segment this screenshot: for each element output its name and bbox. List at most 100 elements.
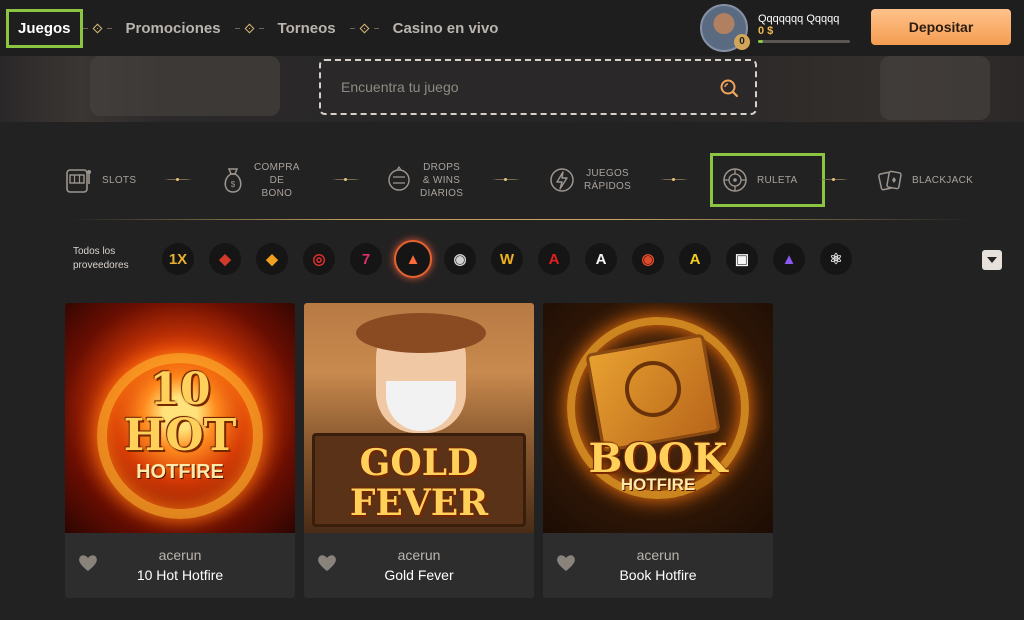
provider-logo-glyph: ◉ — [641, 251, 655, 268]
category-drops-wins[interactable]: DROPS & WINS DIARIOS — [386, 152, 463, 208]
provider-logo-glyph: A — [595, 250, 607, 268]
nav-juegos[interactable]: Juegos — [6, 8, 83, 48]
main-nav: Juegos Promociones Torneos Casino en viv… — [6, 5, 512, 51]
providers-expand-button[interactable] — [982, 250, 1002, 270]
xp-progress-fill — [758, 40, 763, 43]
banner-art — [90, 56, 280, 116]
category-separator — [164, 178, 192, 181]
game-card-footer: acerun Gold Fever — [304, 533, 534, 598]
category-separator — [660, 178, 688, 181]
category-label: COMPRA DE BONO — [254, 161, 300, 199]
provider-logo-glyph: W — [499, 250, 515, 268]
category-label: RULETA — [757, 174, 798, 186]
user-balance: 0 $ — [758, 25, 774, 37]
search-box[interactable]: Encuentra tu juego — [319, 59, 757, 115]
category-separator — [492, 178, 520, 181]
provider-logo-glyph: ▣ — [734, 251, 750, 268]
category-label: DROPS & WINS DIARIOS — [420, 161, 464, 199]
category-compra-de-bono[interactable]: $ COMPRA DE BONO — [220, 152, 300, 208]
provider-logo-glyph: ◉ — [453, 251, 467, 268]
xp-progress-bar — [758, 40, 850, 43]
provider-logo-glyph: ▲ — [781, 250, 797, 268]
category-slots[interactable]: SLOTS — [64, 152, 136, 208]
category-separator — [332, 178, 360, 181]
game-title: Book Hotfire — [619, 567, 697, 583]
game-art-subtitle: HOTFIRE — [136, 461, 224, 483]
provider-6-logo[interactable]: ▲ — [394, 240, 432, 278]
nav-separator — [234, 23, 264, 33]
search-input[interactable]: Encuentra tu juego — [341, 79, 459, 95]
game-card-footer: acerun 10 Hot Hotfire — [65, 533, 295, 598]
money-bag-icon: $ — [224, 168, 242, 193]
category-bar: SLOTS $ COMPRA DE BONO DROPS & WINS DIAR… — [60, 152, 980, 208]
game-card-footer: acerun Book Hotfire — [543, 533, 773, 598]
game-provider: acerun — [636, 547, 680, 563]
provider-4-logo[interactable]: ◎ — [303, 243, 335, 275]
provider-logo-glyph: ▲ — [405, 250, 421, 268]
svg-text:$: $ — [231, 180, 236, 189]
deposit-button[interactable]: Depositar — [871, 9, 1011, 45]
provider-2-logo[interactable]: ◆ — [209, 243, 241, 275]
category-label: JUEGOS RÁPIDOS — [584, 168, 632, 192]
game-thumbnail[interactable]: BOOK HOTFIRE — [543, 303, 773, 533]
provider-14-logo[interactable]: ▲ — [773, 243, 805, 275]
provider-12-logo[interactable]: A — [679, 243, 711, 275]
category-label: SLOTS — [102, 174, 137, 186]
category-juegos-rapidos[interactable]: JUEGOS RÁPIDOS — [548, 152, 631, 208]
level-badge: 0 — [734, 34, 750, 50]
nav-promociones[interactable]: Promociones — [112, 20, 235, 37]
provider-logo-glyph: ◆ — [266, 251, 278, 268]
game-card[interactable]: BOOK HOTFIRE acerun Book Hotfire — [543, 303, 773, 598]
game-provider: acerun — [397, 547, 441, 563]
game-art-title: GOLD FEVER — [349, 442, 489, 524]
game-art-subtitle: HOTFIRE — [620, 475, 696, 494]
top-header: Juegos Promociones Torneos Casino en viv… — [0, 0, 1024, 56]
user-profile[interactable]: 0 Qqqqqqq Qqqqq 0 $ — [700, 4, 850, 52]
game-card[interactable]: GOLD FEVER acerun Gold Fever — [304, 303, 534, 598]
provider-logo-glyph: ◎ — [312, 251, 326, 268]
lightning-icon — [550, 168, 574, 192]
provider-5-logo[interactable]: 7 — [350, 243, 382, 275]
avatar[interactable]: 0 — [700, 4, 750, 52]
drops-wins-icon — [388, 166, 410, 191]
section-divider — [68, 219, 972, 220]
nav-casino-en-vivo[interactable]: Casino en vivo — [379, 20, 513, 37]
game-card[interactable]: 10 HOT HOTFIRE acerun 10 Hot Hotfire — [65, 303, 295, 598]
provider-logo-glyph: A — [548, 250, 560, 268]
all-providers-label[interactable]: Todos los proveedores — [73, 245, 129, 273]
provider-logo-glyph: 7 — [361, 250, 371, 268]
provider-9-logo[interactable]: A — [538, 243, 570, 275]
hat-art — [356, 313, 486, 353]
user-name: Qqqqqqq Qqqqq — [758, 13, 840, 25]
category-label: BLACKJACK — [912, 174, 974, 186]
user-info: Qqqqqqq Qqqqq 0 $ — [758, 13, 850, 43]
category-blackjack[interactable]: BLACKJACK — [876, 152, 973, 208]
provider-13-logo[interactable]: ▣ — [726, 243, 758, 275]
game-thumbnail[interactable]: 10 HOT HOTFIRE — [65, 303, 295, 533]
game-title: 10 Hot Hotfire — [136, 567, 224, 583]
banner-art — [880, 56, 990, 120]
category-ruleta[interactable]: RULETA — [710, 153, 825, 207]
game-provider: acerun — [158, 547, 202, 563]
provider-logo-glyph: ◆ — [219, 251, 231, 268]
provider-11-logo[interactable]: ◉ — [632, 243, 664, 275]
game-art-title: 10 HOT — [123, 364, 237, 461]
provider-15-logo[interactable]: ⚛ — [820, 243, 852, 275]
provider-3-logo[interactable]: ◆ — [256, 243, 288, 275]
nav-torneos[interactable]: Torneos — [264, 20, 350, 37]
provider-7-logo[interactable]: ◉ — [444, 243, 476, 275]
provider-logo-glyph: A — [689, 250, 701, 268]
category-separator — [820, 178, 848, 181]
slot-machine-icon — [66, 169, 91, 193]
game-thumbnail[interactable]: GOLD FEVER — [304, 303, 534, 533]
provider-logo-glyph: 1X — [168, 250, 188, 268]
roulette-icon — [723, 168, 747, 192]
nav-separator — [349, 23, 379, 33]
provider-logo-glyph: ⚛ — [829, 251, 843, 268]
search-icon[interactable] — [719, 78, 739, 98]
provider-8-logo[interactable]: W — [491, 243, 523, 275]
game-title: Gold Fever — [384, 567, 454, 583]
provider-1-logo[interactable]: 1X — [162, 243, 194, 275]
provider-10-logo[interactable]: A — [585, 243, 617, 275]
cards-icon — [878, 170, 902, 191]
